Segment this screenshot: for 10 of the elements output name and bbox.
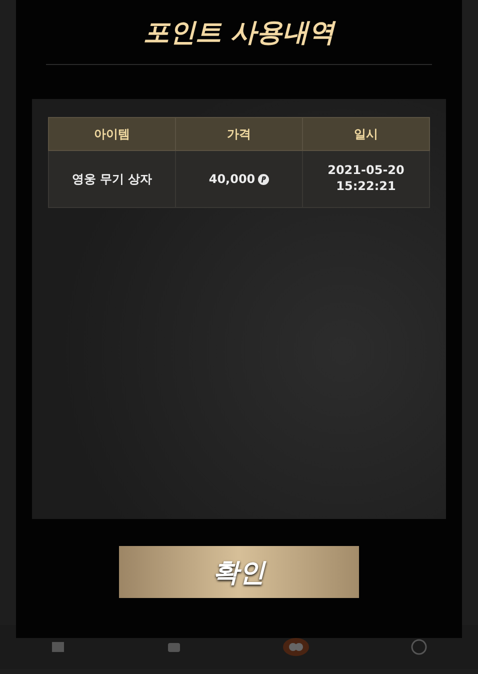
table-cell: 2021-05-20 15:22:21 [328,163,404,195]
coin-icon [258,174,270,186]
column-header: 가격 [176,118,302,150]
table-cell: 영웅 무기 상자 [48,150,176,208]
column-header: 일시 [302,118,430,150]
table-cell: 40,000 [208,172,256,186]
confirm-button[interactable]: 확인 [119,546,359,598]
help-icon[interactable] [411,639,427,655]
column-header: 아이템 [48,118,176,150]
dialog-title: 포인트 사용내역 [46,0,432,65]
